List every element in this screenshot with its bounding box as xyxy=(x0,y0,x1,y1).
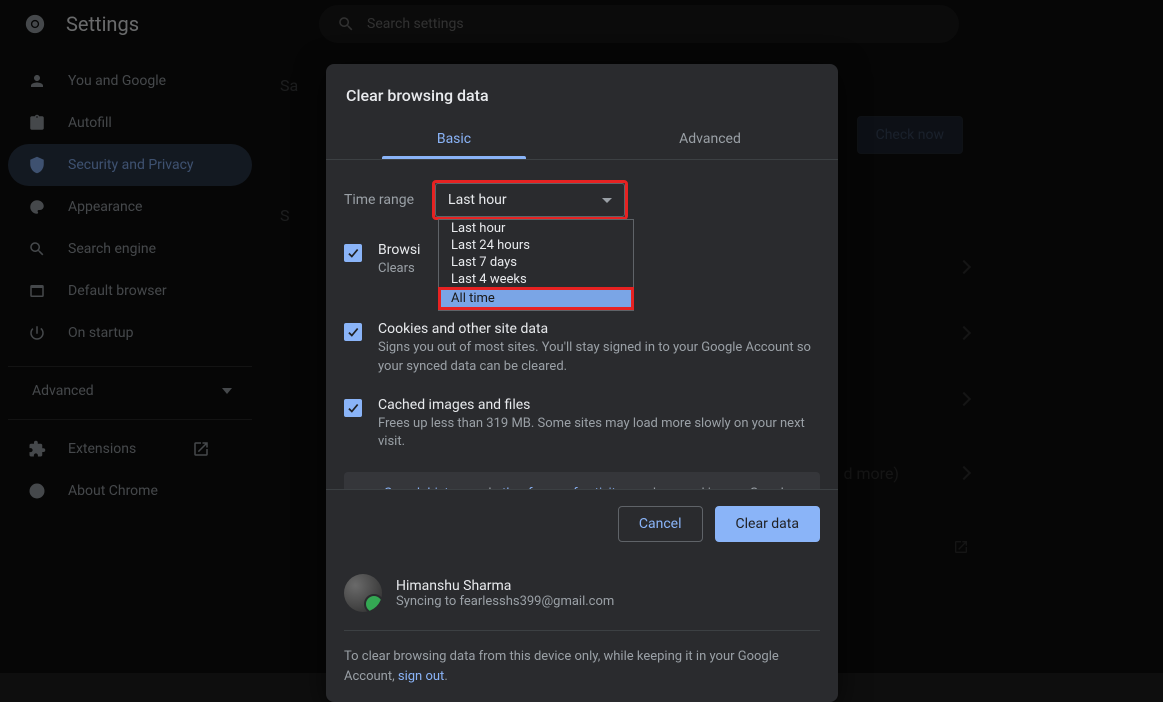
user-row: Himanshu Sharma Syncing to fearlesshs399… xyxy=(344,574,820,612)
clear-browsing-data-modal: Clear browsing data Basic Advanced Time … xyxy=(326,64,838,702)
clipboard-icon xyxy=(28,114,46,132)
sidebar-item-you-and-google[interactable]: You and Google xyxy=(8,60,252,102)
sidebar-item-autofill[interactable]: Autofill xyxy=(8,102,252,144)
sidebar-item-label: Default browser xyxy=(68,283,167,299)
dropdown-option-last-4-weeks[interactable]: Last 4 weeks xyxy=(439,271,633,288)
external-link-icon xyxy=(192,440,210,458)
sidebar-item-label: You and Google xyxy=(68,73,166,89)
external-link-icon xyxy=(953,539,969,555)
search-history-info: G Search history and other forms of acti… xyxy=(344,472,820,489)
search-placeholder: Search settings xyxy=(367,16,464,32)
dropdown-option-all-time[interactable]: All time xyxy=(438,287,634,310)
sidebar-item-label: About Chrome xyxy=(68,483,158,499)
browser-icon xyxy=(28,282,46,300)
cookies-title: Cookies and other site data xyxy=(378,321,820,337)
dropdown-option-last-7-days[interactable]: Last 7 days xyxy=(439,254,633,271)
sidebar-item-label: Appearance xyxy=(68,199,142,215)
tab-advanced[interactable]: Advanced xyxy=(582,119,838,159)
other-forms-link[interactable]: other forms of activity xyxy=(495,486,622,489)
time-range-select-highlighted: Last hour Last hour Last 24 hours Last 7… xyxy=(432,180,628,220)
cookies-row: Cookies and other site data Signs you ou… xyxy=(344,311,820,387)
info-text: Search history and other forms of activi… xyxy=(384,484,806,489)
bottom-note: To clear browsing data from this device … xyxy=(344,647,820,686)
browsing-history-checkbox[interactable] xyxy=(344,244,362,262)
time-range-dropdown: Last hour Last 24 hours Last 7 days Last… xyxy=(438,219,634,311)
section-label: Sa xyxy=(280,76,298,95)
chevron-right-icon xyxy=(957,326,971,340)
person-icon xyxy=(28,72,46,90)
sidebar-item-search-engine[interactable]: Search engine xyxy=(8,228,252,270)
chevron-right-icon xyxy=(957,392,971,406)
power-icon xyxy=(28,324,46,342)
chevron-right-icon xyxy=(957,260,971,274)
modal-body: Time range Last hour Last hour Last 24 h… xyxy=(326,159,838,489)
dropdown-option-last-24-hours[interactable]: Last 24 hours xyxy=(439,237,633,254)
cached-desc: Frees up less than 319 MB. Some sites ma… xyxy=(378,415,820,453)
time-range-label: Time range xyxy=(344,192,414,208)
cached-images-row: Cached images and files Frees up less th… xyxy=(344,387,820,463)
sidebar-item-security-privacy[interactable]: Security and Privacy xyxy=(8,144,252,186)
sidebar-item-extensions[interactable]: Extensions xyxy=(8,428,252,470)
tabs: Basic Advanced xyxy=(326,119,838,159)
search-icon xyxy=(337,15,355,33)
chrome-icon xyxy=(24,13,46,35)
google-icon: G xyxy=(358,486,370,489)
header: Settings Search settings xyxy=(0,0,1163,48)
search-input[interactable]: Search settings xyxy=(319,5,959,43)
shield-icon xyxy=(28,156,46,174)
dropdown-arrow-icon xyxy=(602,198,612,203)
check-now-button[interactable]: Check now xyxy=(857,116,963,154)
divider xyxy=(344,630,820,631)
chrome-icon xyxy=(28,482,46,500)
sidebar-item-label: Extensions xyxy=(68,441,136,457)
user-name: Himanshu Sharma xyxy=(396,578,614,594)
time-range-select[interactable]: Last hour xyxy=(435,183,625,217)
palette-icon xyxy=(28,198,46,216)
cached-checkbox[interactable] xyxy=(344,399,362,417)
cancel-button[interactable]: Cancel xyxy=(618,506,703,542)
advanced-label: Advanced xyxy=(32,383,94,399)
dropdown-option-last-hour[interactable]: Last hour xyxy=(439,220,633,237)
clear-data-button[interactable]: Clear data xyxy=(715,506,820,542)
user-sync-status: Syncing to fearlesshs399@gmail.com xyxy=(396,594,614,609)
modal-bottom: Himanshu Sharma Syncing to fearlesshs399… xyxy=(326,558,838,702)
row-partial-text: d more) xyxy=(844,464,899,483)
section-label: S xyxy=(280,206,290,225)
time-range-value: Last hour xyxy=(448,192,507,208)
modal-title: Clear browsing data xyxy=(326,64,838,105)
search-icon xyxy=(28,240,46,258)
time-range-row: Time range Last hour Last hour Last 24 h… xyxy=(344,174,820,232)
sidebar-advanced-toggle[interactable]: Advanced xyxy=(8,366,252,411)
sidebar-item-label: On startup xyxy=(68,325,134,341)
avatar xyxy=(344,574,382,612)
sidebar-item-label: Autofill xyxy=(68,115,112,131)
modal-footer: Cancel Clear data xyxy=(326,489,838,558)
chevron-down-icon xyxy=(222,388,232,394)
cookies-desc: Signs you out of most sites. You'll stay… xyxy=(378,339,820,377)
sidebar: You and Google Autofill Security and Pri… xyxy=(0,48,260,673)
sidebar-item-label: Security and Privacy xyxy=(68,157,194,173)
page-title: Settings xyxy=(66,12,139,36)
sidebar-item-on-startup[interactable]: On startup xyxy=(8,312,252,354)
divider xyxy=(8,419,252,420)
tab-basic[interactable]: Basic xyxy=(326,119,582,159)
sidebar-item-about-chrome[interactable]: About Chrome xyxy=(8,470,252,512)
sidebar-item-label: Search engine xyxy=(68,241,156,257)
sign-out-link[interactable]: sign out xyxy=(398,669,444,684)
sidebar-item-appearance[interactable]: Appearance xyxy=(8,186,252,228)
chevron-right-icon xyxy=(957,466,971,480)
cached-title: Cached images and files xyxy=(378,397,820,413)
search-history-link[interactable]: Search history xyxy=(384,486,466,489)
extension-icon xyxy=(28,440,46,458)
cookies-checkbox[interactable] xyxy=(344,323,362,341)
sidebar-item-default-browser[interactable]: Default browser xyxy=(8,270,252,312)
